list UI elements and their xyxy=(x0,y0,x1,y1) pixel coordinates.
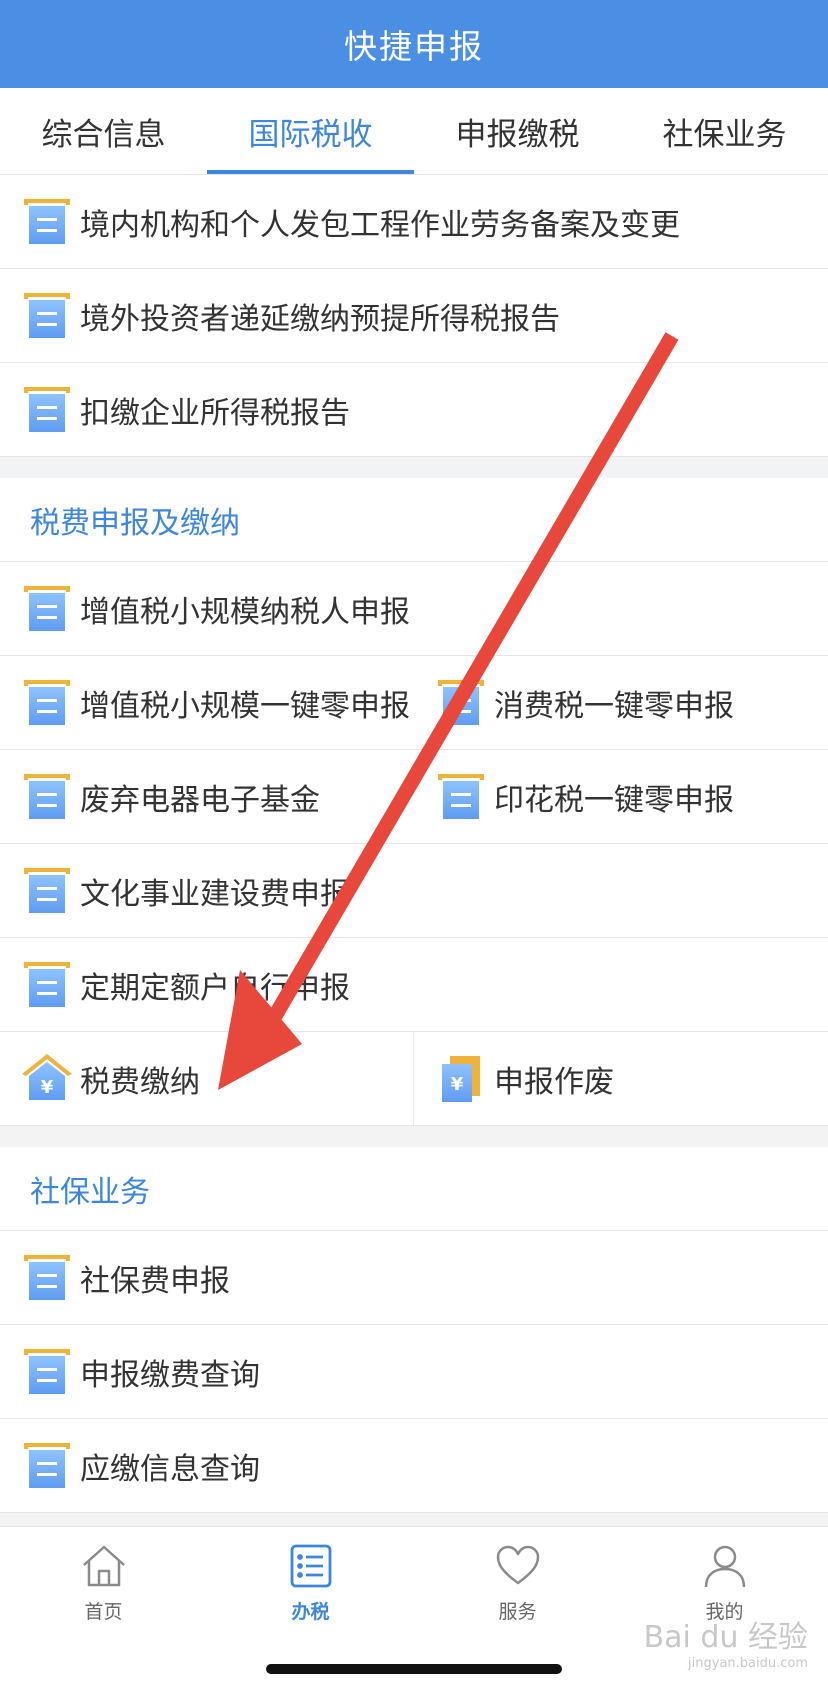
person-icon xyxy=(700,1541,750,1591)
list-item[interactable]: 增值税小规模纳税人申报 xyxy=(0,562,828,655)
list-item[interactable]: 文化事业建设费申报 xyxy=(0,844,828,937)
document-icon xyxy=(20,289,74,343)
tab-label: 国际税收 xyxy=(248,116,373,153)
void-declaration-button[interactable]: ¥ 申报作废 xyxy=(414,1032,828,1125)
category-tabs: 综合信息 国际税收 申报缴税 社保业务 xyxy=(0,88,828,175)
document-icon xyxy=(434,676,488,730)
svg-text:¥: ¥ xyxy=(451,1074,464,1095)
item-label: 消费税一键零申报 xyxy=(494,688,734,724)
document-icon xyxy=(20,864,74,918)
content-list: 境内机构和个人发包工程作业劳务备案及变更 境外投资者递延缴纳预提所得税报告 扣缴… xyxy=(0,175,828,1513)
list-item[interactable]: 境外投资者递延缴纳预提所得税报告 xyxy=(0,269,828,362)
item-label: 增值税小规模一键零申报 xyxy=(80,688,410,724)
tabbar-label: 服务 xyxy=(498,1601,537,1623)
tax-payment-icon: ¥ xyxy=(20,1052,74,1106)
tax-declaration-group: 税费申报及缴纳 增值税小规模纳税人申报 增值税小规模一键零申报 消费税一键零申报… xyxy=(0,478,828,1126)
item-label: 增值税小规模纳税人申报 xyxy=(80,594,410,630)
tabbar-service[interactable]: 服务 xyxy=(414,1527,621,1637)
document-icon xyxy=(20,958,74,1012)
item-label: 申报缴费查询 xyxy=(80,1357,260,1393)
tab-social-security[interactable]: 社保业务 xyxy=(621,88,828,174)
list-icon xyxy=(286,1541,336,1591)
svg-text:¥: ¥ xyxy=(41,1077,54,1098)
item-label: 扣缴企业所得税报告 xyxy=(80,395,350,431)
tabbar-tax[interactable]: 办税 xyxy=(207,1527,414,1637)
section-divider xyxy=(0,457,828,478)
tabbar-label: 办税 xyxy=(291,1601,330,1623)
section-title: 社保业务 xyxy=(0,1147,828,1231)
document-icon xyxy=(20,1251,74,1305)
item-label: 境外投资者递延缴纳预提所得税报告 xyxy=(80,301,560,337)
item-label: 印花税一键零申报 xyxy=(494,782,734,818)
tab-general-info[interactable]: 综合信息 xyxy=(0,88,207,174)
item-label: 定期定额户自行申报 xyxy=(80,970,350,1006)
app-header: 快捷申报 xyxy=(0,0,828,88)
item-label: 社保费申报 xyxy=(80,1263,230,1299)
heart-icon xyxy=(493,1541,543,1591)
home-indicator xyxy=(266,1664,562,1674)
section-title: 税费申报及缴纳 xyxy=(0,478,828,562)
watermark-url: jingyan.baidu.com xyxy=(688,1656,808,1671)
document-icon xyxy=(20,1345,74,1399)
list-item[interactable]: 定期定额户自行申报 xyxy=(0,938,828,1031)
list-item[interactable]: 增值税小规模一键零申报 xyxy=(0,656,414,749)
watermark: Bai du 经验 xyxy=(643,1620,808,1655)
list-item[interactable]: 扣缴企业所得税报告 xyxy=(0,363,828,456)
list-item[interactable]: 境内机构和个人发包工程作业劳务备案及变更 xyxy=(0,175,828,268)
tabbar-label: 首页 xyxy=(84,1601,123,1623)
tab-declare-pay-tax[interactable]: 申报缴税 xyxy=(414,88,621,174)
void-declaration-icon: ¥ xyxy=(434,1052,488,1106)
tab-label: 社保业务 xyxy=(662,116,787,153)
social-security-group: 社保业务 社保费申报 申报缴费查询 应缴信息查询 xyxy=(0,1147,828,1513)
tab-international-tax[interactable]: 国际税收 xyxy=(207,88,414,174)
item-label: 应缴信息查询 xyxy=(80,1451,260,1487)
item-label: 税费缴纳 xyxy=(80,1064,200,1100)
tax-payment-button[interactable]: ¥ 税费缴纳 xyxy=(0,1032,414,1125)
tab-label: 综合信息 xyxy=(41,116,166,153)
section-divider xyxy=(0,1126,828,1147)
document-icon xyxy=(434,770,488,824)
document-icon xyxy=(20,195,74,249)
list-item[interactable]: 社保费申报 xyxy=(0,1231,828,1324)
page-title: 快捷申报 xyxy=(344,27,484,66)
home-icon xyxy=(79,1541,129,1591)
document-icon xyxy=(20,383,74,437)
document-icon xyxy=(20,1439,74,1493)
item-label: 文化事业建设费申报 xyxy=(80,876,350,912)
list-item[interactable]: 申报缴费查询 xyxy=(0,1325,828,1418)
item-label: 申报作废 xyxy=(494,1064,614,1100)
list-item[interactable]: 应缴信息查询 xyxy=(0,1419,828,1512)
list-item[interactable]: 印花税一键零申报 xyxy=(414,750,828,843)
international-tax-group: 境内机构和个人发包工程作业劳务备案及变更 境外投资者递延缴纳预提所得税报告 扣缴… xyxy=(0,175,828,457)
tab-label: 申报缴税 xyxy=(455,116,580,153)
item-label: 境内机构和个人发包工程作业劳务备案及变更 xyxy=(80,207,680,243)
list-item[interactable]: 废弃电器电子基金 xyxy=(0,750,414,843)
item-label: 废弃电器电子基金 xyxy=(80,782,320,818)
document-icon xyxy=(20,770,74,824)
list-item[interactable]: 消费税一键零申报 xyxy=(414,656,828,749)
document-icon xyxy=(20,676,74,730)
tabbar-home[interactable]: 首页 xyxy=(0,1527,207,1637)
document-icon xyxy=(20,582,74,636)
